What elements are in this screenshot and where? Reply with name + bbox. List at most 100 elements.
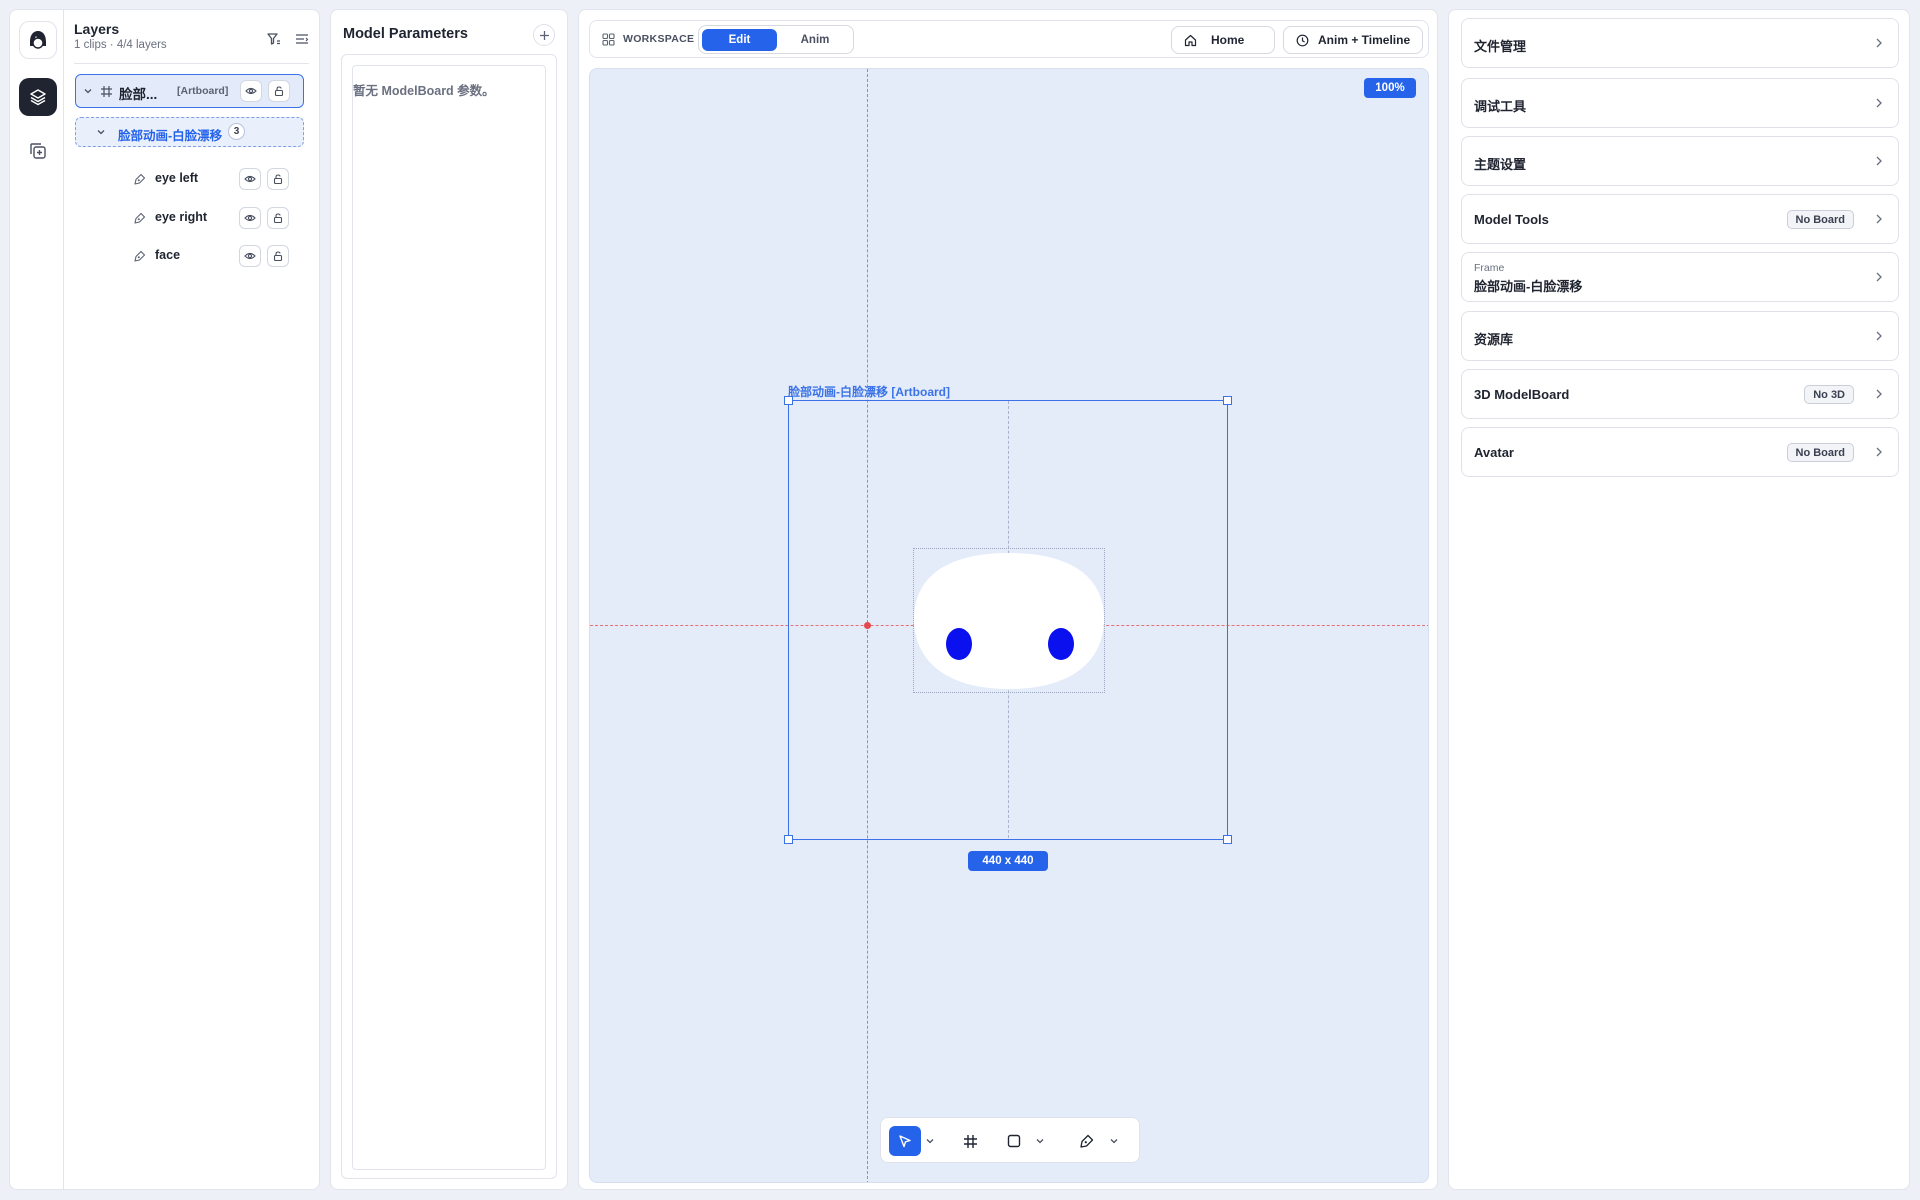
workspace-label: WORKSPACE bbox=[623, 33, 695, 45]
resize-handle-tr[interactable] bbox=[1223, 396, 1232, 405]
lock-toggle[interactable] bbox=[267, 245, 289, 267]
tool-rail bbox=[9, 9, 63, 1190]
list-options-button[interactable] bbox=[292, 29, 312, 49]
visibility-toggle[interactable] bbox=[240, 80, 262, 102]
card-3d-modelboard[interactable]: 3D ModelBoard No 3D bbox=[1461, 369, 1899, 419]
frame-tool-button[interactable] bbox=[961, 1132, 979, 1150]
tools-toolbar bbox=[880, 1117, 1140, 1163]
eye-icon bbox=[244, 175, 256, 183]
unlock-icon bbox=[273, 251, 283, 262]
card-kicker: Frame bbox=[1474, 262, 1505, 274]
tab-edit[interactable]: Edit bbox=[702, 29, 777, 51]
visibility-toggle[interactable] bbox=[239, 168, 261, 190]
params-list: 暂无 ModelBoard 参数。 bbox=[352, 65, 546, 1170]
layers-subtitle: 1 clips · 4/4 layers bbox=[74, 39, 167, 51]
artboard-frame[interactable] bbox=[784, 396, 1232, 844]
card-label: Avatar bbox=[1474, 445, 1514, 460]
pen-tool-menu[interactable] bbox=[1107, 1134, 1121, 1148]
frame-icon bbox=[98, 83, 114, 99]
model-parameters-panel: Model Parameters 暂无 ModelBoard 参数。 bbox=[330, 9, 568, 1190]
face-shape[interactable] bbox=[914, 553, 1104, 689]
anim-timeline-label: Anim + Timeline bbox=[1318, 33, 1411, 47]
avatar-logo[interactable] bbox=[19, 21, 57, 59]
canvas-viewport[interactable]: 100% 脸部动画-白脸漂移 [Artboard] 440 x 440 bbox=[589, 68, 1429, 1183]
card-theme-settings[interactable]: 主题设置 bbox=[1461, 136, 1899, 186]
chevron-right-icon bbox=[1876, 156, 1882, 166]
frame-icon bbox=[963, 1134, 977, 1148]
chevron-right-icon bbox=[1876, 389, 1882, 399]
params-list-frame: 暂无 ModelBoard 参数。 bbox=[341, 54, 557, 1179]
card-label: 主题设置 bbox=[1474, 157, 1527, 172]
select-tool-button[interactable] bbox=[889, 1126, 921, 1156]
shape-tool-menu[interactable] bbox=[1033, 1134, 1047, 1148]
add-board-nav-button[interactable] bbox=[19, 132, 57, 170]
layers-nav-button[interactable] bbox=[19, 78, 57, 116]
lock-toggle[interactable] bbox=[267, 207, 289, 229]
card-debug-tools[interactable]: 调试工具 bbox=[1461, 78, 1899, 128]
clock-icon bbox=[1296, 34, 1309, 46]
eye-icon bbox=[244, 252, 256, 260]
chevron-right-icon bbox=[1876, 38, 1882, 48]
layer-row-artboard[interactable]: 脸部... [Artboard] bbox=[75, 74, 304, 108]
artboard-size-badge: 440 x 440 bbox=[968, 851, 1048, 871]
eye-right-shape[interactable] bbox=[1048, 628, 1074, 660]
chevron-down-icon[interactable] bbox=[94, 125, 108, 139]
layer-label: face bbox=[155, 248, 181, 262]
tab-anim[interactable]: Anim bbox=[779, 29, 851, 51]
add-parameter-button[interactable] bbox=[533, 24, 555, 46]
card-model-tools[interactable]: Model Tools No Board bbox=[1461, 194, 1899, 244]
unlock-icon bbox=[273, 174, 283, 185]
zoom-badge[interactable]: 100% bbox=[1364, 78, 1416, 98]
face-artwork[interactable] bbox=[914, 549, 1104, 692]
home-button[interactable]: Home bbox=[1171, 26, 1275, 54]
pen-tool-icon bbox=[131, 248, 147, 264]
card-label: 3D ModelBoard bbox=[1474, 387, 1570, 402]
layers-title: Layers bbox=[74, 21, 120, 37]
rectangle-tool-button[interactable] bbox=[1005, 1132, 1023, 1150]
card-avatar[interactable]: Avatar No Board bbox=[1461, 427, 1899, 477]
unlock-icon bbox=[273, 213, 283, 224]
visibility-toggle[interactable] bbox=[239, 207, 261, 229]
anim-timeline-button[interactable]: Anim + Timeline bbox=[1283, 26, 1423, 54]
layers-divider bbox=[74, 63, 309, 64]
filter-button[interactable] bbox=[264, 29, 284, 49]
params-title: Model Parameters bbox=[343, 26, 468, 42]
resize-handle-br[interactable] bbox=[1223, 835, 1232, 844]
lock-toggle[interactable] bbox=[267, 168, 289, 190]
card-label: 文件管理 bbox=[1474, 39, 1527, 54]
cursor-icon bbox=[899, 1135, 911, 1148]
status-badge: No Board bbox=[1786, 210, 1854, 229]
layer-row-eye-left[interactable]: eye left bbox=[75, 161, 304, 195]
select-tool-menu[interactable] bbox=[923, 1134, 937, 1148]
artboard-tag: [Artboard] bbox=[177, 85, 229, 97]
layer-row-group[interactable]: 脸部动画-白脸漂移 3 bbox=[75, 117, 304, 147]
layer-label: eye left bbox=[155, 171, 199, 185]
inspector-panel: 文件管理 调试工具 主题设置 Model Tools No Board Fram… bbox=[1448, 9, 1910, 1190]
resize-handle-tl[interactable] bbox=[784, 396, 793, 405]
card-label: 资源库 bbox=[1474, 332, 1514, 347]
resize-handle-bl[interactable] bbox=[784, 835, 793, 844]
eye-left-shape[interactable] bbox=[946, 628, 972, 660]
card-asset-library[interactable]: 资源库 bbox=[1461, 311, 1899, 361]
chevron-down-icon[interactable] bbox=[81, 84, 95, 98]
eye-icon bbox=[244, 214, 256, 222]
chevron-right-icon bbox=[1876, 331, 1882, 341]
visibility-toggle[interactable] bbox=[239, 245, 261, 267]
card-frame[interactable]: Frame 脸部动画-白脸漂移 bbox=[1461, 252, 1899, 302]
pen-tool-icon bbox=[131, 171, 147, 187]
pen-tool-icon bbox=[131, 210, 147, 226]
chevron-down-icon bbox=[1110, 1139, 1118, 1144]
list-options-icon bbox=[296, 34, 309, 44]
card-file-management[interactable]: 文件管理 bbox=[1461, 18, 1899, 68]
pen-tool-button[interactable] bbox=[1077, 1132, 1095, 1150]
eye-icon bbox=[245, 87, 257, 95]
home-button-label: Home bbox=[1211, 33, 1245, 47]
unlock-icon bbox=[274, 86, 284, 97]
layer-label: eye right bbox=[155, 210, 208, 224]
layer-row-eye-right[interactable]: eye right bbox=[75, 200, 304, 234]
artboard-label[interactable]: 脸部动画-白脸漂移 [Artboard] bbox=[788, 383, 950, 400]
lock-toggle[interactable] bbox=[268, 80, 290, 102]
params-empty-text: 暂无 ModelBoard 参数。 bbox=[353, 84, 495, 98]
layer-row-face[interactable]: face bbox=[75, 238, 304, 272]
artboard-layer-name: 脸部... bbox=[119, 87, 158, 102]
